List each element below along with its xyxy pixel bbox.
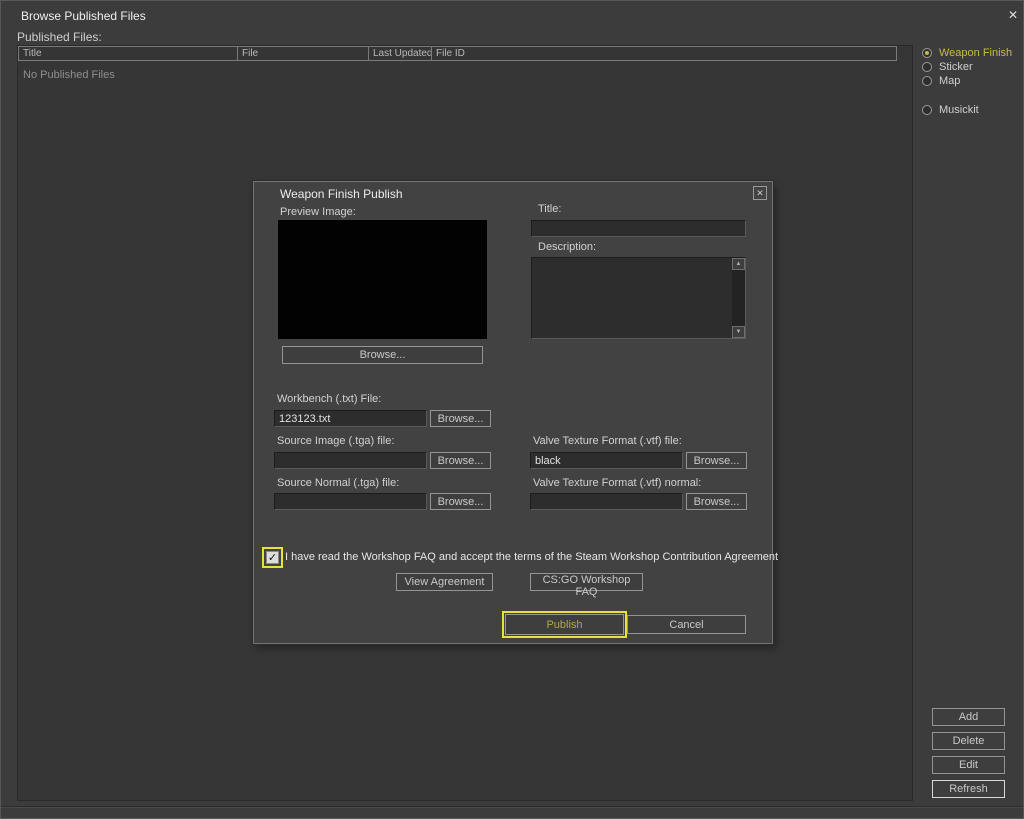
vtf-file-input[interactable] <box>530 452 683 469</box>
description-label: Description: <box>538 241 596 253</box>
cancel-button[interactable]: Cancel <box>627 615 746 634</box>
radio-weapon-finish-label: Weapon Finish <box>939 47 1012 59</box>
weapon-finish-publish-dialog: Weapon Finish Publish ✕ Preview Image: B… <box>253 181 773 644</box>
vtf-normal-browse-button[interactable]: Browse... <box>686 493 747 510</box>
workbench-browse-button[interactable]: Browse... <box>430 410 491 427</box>
radio-map-label: Map <box>939 75 960 87</box>
refresh-button[interactable]: Refresh <box>932 780 1005 798</box>
vtf-file-label: Valve Texture Format (.vtf) file: <box>533 435 682 447</box>
window-bottom-divider <box>1 806 1024 807</box>
radio-sticker-label: Sticker <box>939 61 973 73</box>
dialog-title: Weapon Finish Publish <box>280 187 403 201</box>
published-files-label: Published Files: <box>17 30 102 44</box>
view-agreement-button[interactable]: View Agreement <box>396 573 493 591</box>
agreement-checkbox[interactable]: ✓ <box>266 551 279 564</box>
vtf-normal-input[interactable] <box>530 493 683 510</box>
source-normal-browse-button[interactable]: Browse... <box>430 493 491 510</box>
workbench-file-label: Workbench (.txt) File: <box>277 393 381 405</box>
workshop-faq-button[interactable]: CS:GO Workshop FAQ <box>530 573 643 591</box>
delete-button[interactable]: Delete <box>932 732 1005 750</box>
window-title: Browse Published Files <box>21 9 146 23</box>
edit-button[interactable]: Edit <box>932 756 1005 774</box>
column-header-title[interactable]: Title <box>18 46 238 61</box>
radio-icon <box>922 76 932 86</box>
vtf-normal-label: Valve Texture Format (.vtf) normal: <box>533 477 701 489</box>
column-header-file-id[interactable]: File ID <box>431 46 897 61</box>
source-normal-input[interactable] <box>274 493 427 510</box>
radio-musickit-label: Musickit <box>939 104 979 116</box>
radio-icon <box>922 62 932 72</box>
preview-browse-button[interactable]: Browse... <box>282 346 483 364</box>
description-scrollbar[interactable]: ▲ ▼ <box>732 258 745 338</box>
column-header-file[interactable]: File <box>237 46 369 61</box>
vtf-file-browse-button[interactable]: Browse... <box>686 452 747 469</box>
scroll-up-icon[interactable]: ▲ <box>732 258 745 270</box>
source-image-browse-button[interactable]: Browse... <box>430 452 491 469</box>
dialog-close-icon[interactable]: ✕ <box>753 186 767 200</box>
publish-button[interactable]: Publish <box>505 614 624 635</box>
source-image-input[interactable] <box>274 452 427 469</box>
radio-icon <box>922 105 932 115</box>
close-icon[interactable]: ✕ <box>1005 7 1021 23</box>
checkmark-icon: ✓ <box>268 552 277 564</box>
preview-image-label: Preview Image: <box>280 206 356 218</box>
scroll-down-icon[interactable]: ▼ <box>732 326 745 338</box>
preview-image <box>278 220 487 339</box>
description-field-wrap: ▲ ▼ <box>531 257 746 339</box>
description-input[interactable] <box>532 258 745 338</box>
source-image-label: Source Image (.tga) file: <box>277 435 394 447</box>
empty-list-text: No Published Files <box>23 69 115 81</box>
add-button[interactable]: Add <box>932 708 1005 726</box>
workbench-file-input[interactable] <box>274 410 427 427</box>
title-input[interactable] <box>531 220 746 237</box>
source-normal-label: Source Normal (.tga) file: <box>277 477 399 489</box>
radio-selected-icon <box>922 48 932 58</box>
browse-published-files-window: Browse Published Files ✕ Published Files… <box>0 0 1024 819</box>
title-label: Title: <box>538 203 561 215</box>
agreement-text: I have read the Workshop FAQ and accept … <box>285 551 778 563</box>
list-header: Title File Last Updated File ID <box>18 46 897 61</box>
column-header-last-updated[interactable]: Last Updated <box>368 46 432 61</box>
